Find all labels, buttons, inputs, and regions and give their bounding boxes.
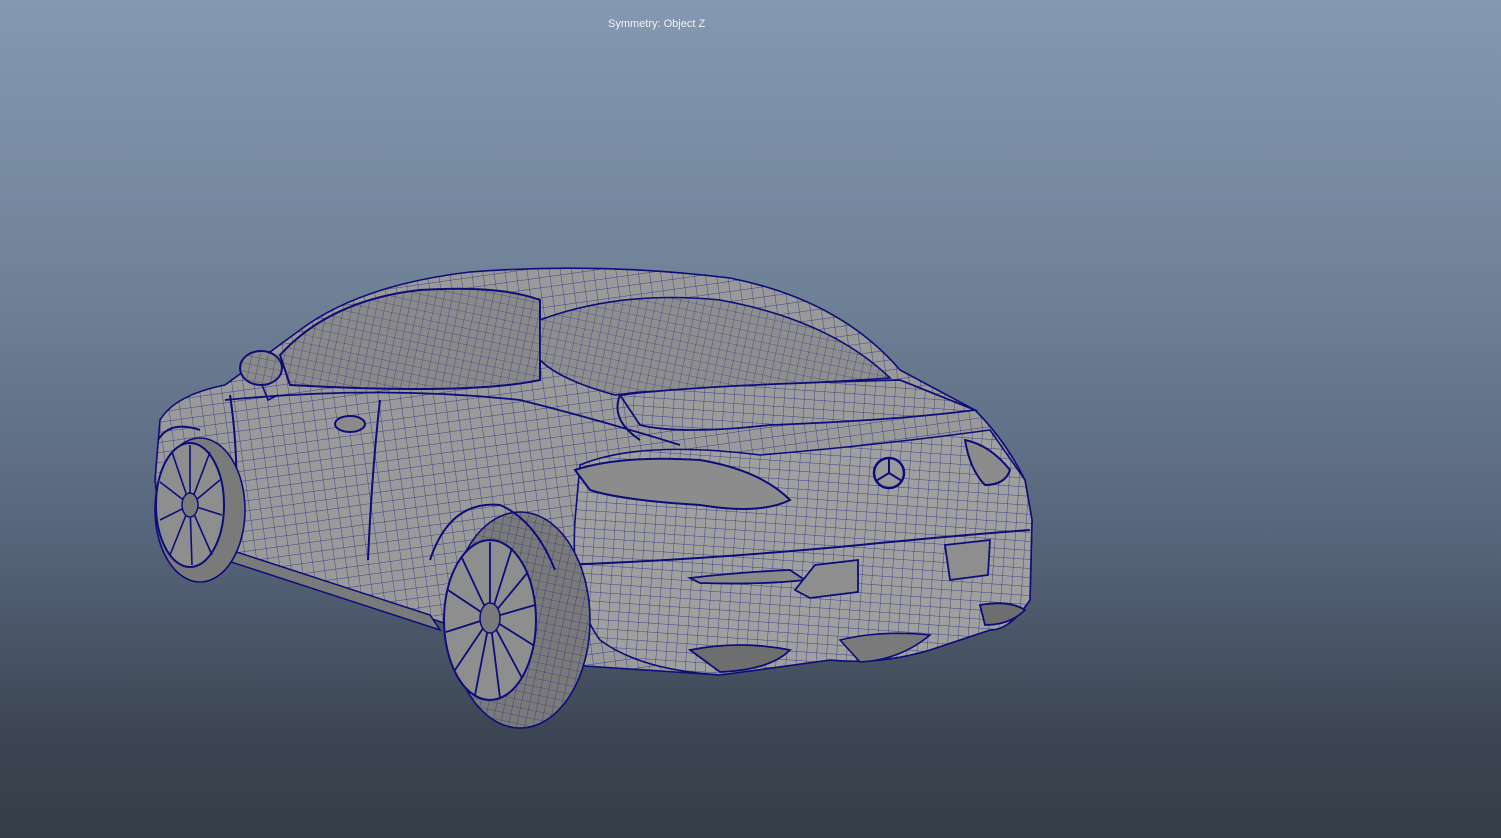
3d-viewport[interactable]: Symmetry: Object Z	[0, 0, 1501, 838]
door-handle	[334, 415, 366, 433]
front-wheel	[154, 437, 246, 583]
car-wireframe-model[interactable]	[0, 0, 1501, 838]
rear-emblem	[872, 456, 906, 490]
